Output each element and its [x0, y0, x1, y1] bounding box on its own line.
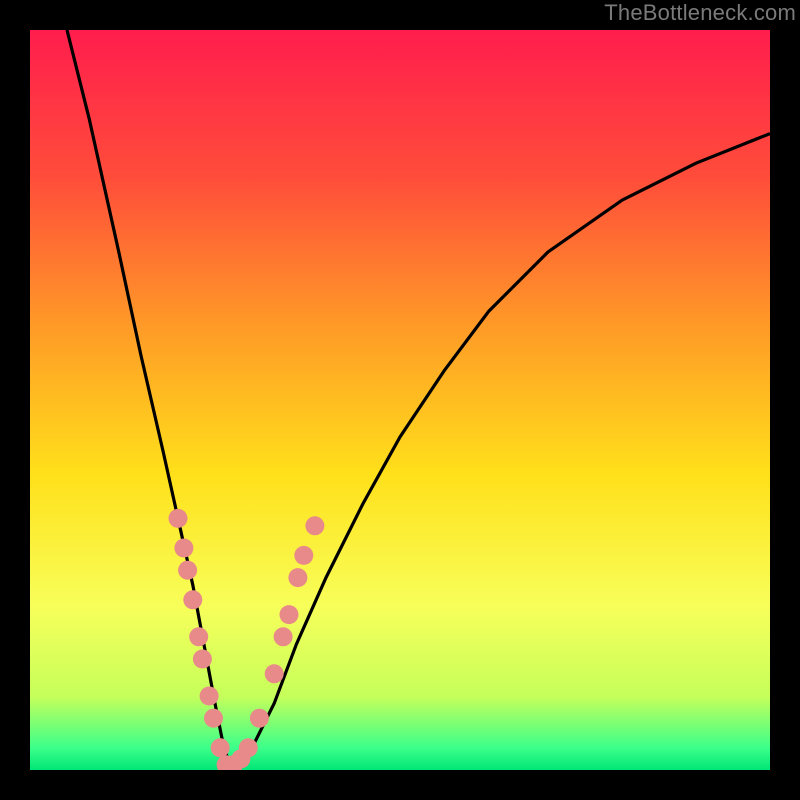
marker-dot [274, 627, 293, 646]
marker-dot [200, 687, 219, 706]
marker-group [169, 509, 325, 770]
marker-dot [288, 568, 307, 587]
marker-dot [305, 516, 324, 535]
marker-dot [294, 546, 313, 565]
watermark: TheBottleneck.com [604, 0, 796, 26]
chart-svg [30, 30, 770, 770]
chart-frame: TheBottleneck.com [0, 0, 800, 800]
marker-dot [239, 738, 258, 757]
marker-dot [265, 664, 284, 683]
marker-dot [280, 605, 299, 624]
marker-dot [169, 509, 188, 528]
plot-area [30, 30, 770, 770]
marker-dot [250, 709, 269, 728]
bottleneck-curve [67, 30, 770, 766]
marker-dot [193, 650, 212, 669]
marker-dot [183, 590, 202, 609]
marker-dot [204, 709, 223, 728]
marker-dot [178, 561, 197, 580]
marker-dot [211, 738, 230, 757]
marker-dot [189, 627, 208, 646]
marker-dot [174, 539, 193, 558]
